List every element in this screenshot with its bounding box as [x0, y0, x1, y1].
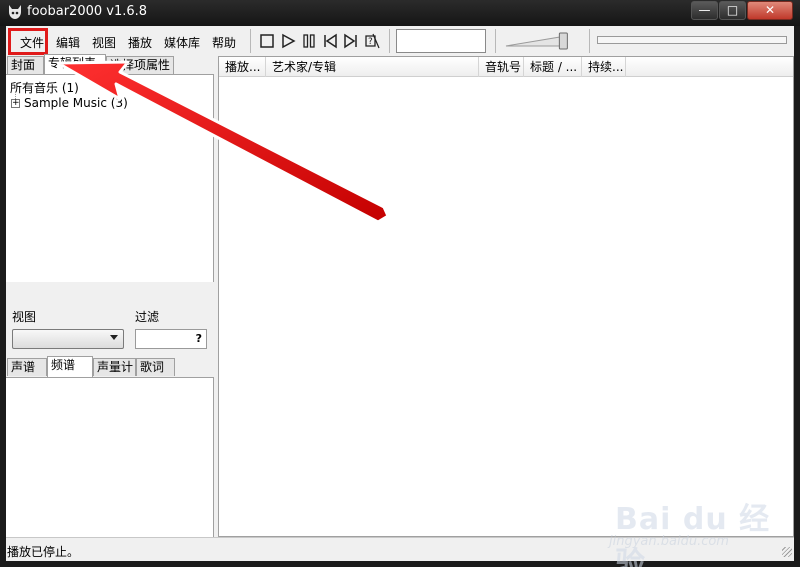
expand-icon[interactable]: + [11, 99, 20, 108]
menu-view[interactable]: 视图 [92, 34, 116, 51]
filter-label: 过滤 [135, 310, 160, 324]
svg-text:?: ? [368, 37, 373, 47]
watermark-logo: Bai du 经验 [615, 502, 771, 567]
status-text: 播放已停止。 [7, 545, 80, 559]
view-label: 视图 [12, 310, 37, 324]
seek-bar[interactable] [597, 36, 787, 44]
toolbar-separator [389, 29, 390, 53]
tab-peak-meter[interactable]: 声量计 [93, 358, 136, 376]
watermark-url: jingyan.baidu.com [609, 534, 729, 549]
tab-lyrics[interactable]: 歌词 [136, 358, 175, 376]
column-track-number[interactable]: 音轨号 [479, 57, 524, 77]
close-button[interactable]: ✕ [747, 1, 793, 20]
tab-album-list[interactable]: 专辑列表 [44, 54, 106, 75]
toolbar-separator [495, 29, 496, 53]
visualization-area [6, 377, 214, 537]
window-title: foobar2000 v1.6.8 [27, 4, 148, 19]
column-artist-album[interactable]: 艺术家/专辑 [266, 57, 479, 77]
app-window: foobar2000 v1.6.8 — □ ✕ 文件 编辑 视图 播放 媒体库 … [0, 0, 800, 567]
play-icon[interactable] [280, 33, 296, 49]
pause-icon[interactable] [301, 33, 317, 49]
tab-spectrogram[interactable]: 声谱 [7, 358, 47, 376]
baidu-watermark: Bai du 经验 jingyan.baidu.com [605, 488, 795, 567]
left-panel: 封面 专辑列表 选择项属性 所有音乐 (1) + Sample Music (3… [6, 54, 214, 537]
playlist-view[interactable]: 播放... 艺术家/专辑 音轨号 标题 / ... 持续... [218, 56, 794, 537]
view-select[interactable] [12, 329, 124, 349]
filter-input[interactable]: ? [135, 329, 207, 349]
playlist-column-header: 播放... 艺术家/专辑 音轨号 标题 / ... 持续... [219, 57, 793, 77]
dropdown-arrow-icon [110, 335, 118, 340]
tab-cover[interactable]: 封面 [7, 56, 44, 74]
album-tree[interactable]: 所有音乐 (1) + Sample Music (3) [6, 74, 214, 282]
tab-selection-properties[interactable]: 选择项属性 [106, 56, 174, 74]
stop-icon[interactable] [259, 33, 275, 49]
menu-library[interactable]: 媒体库 [164, 34, 200, 51]
menu-toolbar: 文件 编辑 视图 播放 媒体库 帮助 ? [6, 26, 794, 56]
volume-slider[interactable] [504, 32, 574, 50]
bottom-tab-strip: 声谱 频谱 声量计 歌词 [6, 356, 214, 377]
previous-icon[interactable] [322, 33, 338, 49]
filter-help-icon[interactable]: ? [196, 332, 202, 345]
tree-item-sample-music[interactable]: Sample Music (3) [24, 96, 128, 110]
toolbar-search-field[interactable] [396, 29, 486, 53]
top-tab-strip: 封面 专辑列表 选择项属性 [6, 54, 214, 75]
random-icon[interactable]: ? [364, 33, 380, 49]
menu-help[interactable]: 帮助 [212, 34, 236, 51]
menu-file[interactable]: 文件 [20, 34, 44, 51]
maximize-button[interactable]: □ [719, 1, 746, 20]
tree-root-all-music[interactable]: 所有音乐 (1) [10, 79, 79, 96]
tab-spectrum[interactable]: 频谱 [47, 356, 93, 377]
toolbar-separator [589, 29, 590, 53]
menu-edit[interactable]: 编辑 [56, 34, 80, 51]
column-duration[interactable]: 持续... [582, 57, 626, 77]
next-icon[interactable] [343, 33, 359, 49]
client-area: 文件 编辑 视图 播放 媒体库 帮助 ? 封面 专辑列表 选择项属性 所有音乐 … [6, 26, 794, 561]
toolbar-separator [250, 29, 251, 53]
foobar-app-icon [9, 5, 21, 19]
menu-playback[interactable]: 播放 [128, 34, 152, 51]
title-bar[interactable]: foobar2000 v1.6.8 — □ ✕ [0, 0, 800, 26]
column-playing[interactable]: 播放... [219, 57, 266, 77]
column-title[interactable]: 标题 / ... [524, 57, 582, 77]
minimize-button[interactable]: — [691, 1, 718, 20]
